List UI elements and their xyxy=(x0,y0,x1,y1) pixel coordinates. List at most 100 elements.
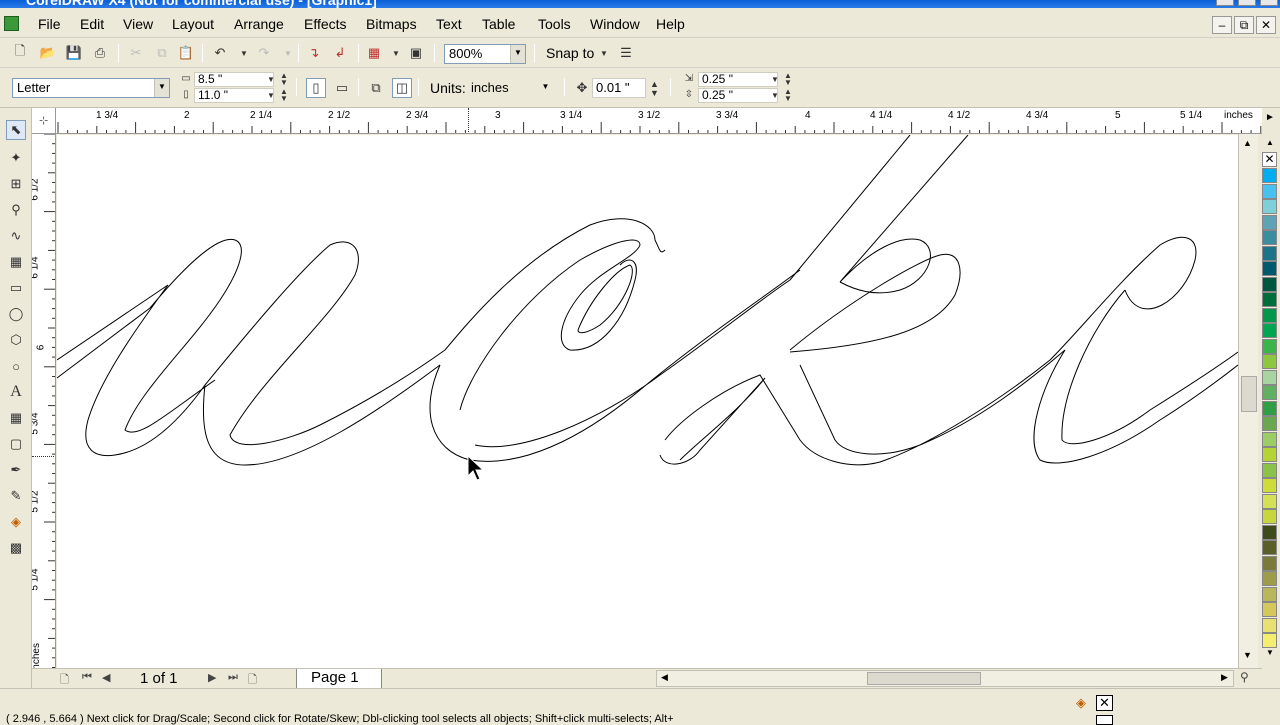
launcher-dropdown-icon[interactable]: ▼ xyxy=(388,45,404,61)
menu-arrange[interactable]: Arrange xyxy=(234,16,284,32)
page-tab[interactable]: Page 1 xyxy=(296,669,382,689)
palette-swatch[interactable] xyxy=(1262,276,1277,292)
redo-dropdown-icon[interactable]: ▼ xyxy=(280,45,296,61)
zoom-tool-icon[interactable]: ⚲ xyxy=(6,200,26,220)
palette-swatch[interactable] xyxy=(1262,183,1277,199)
vertical-scroll-thumb[interactable] xyxy=(1241,376,1257,412)
restore-window-button[interactable] xyxy=(1238,0,1256,6)
snap-dropdown-icon[interactable]: ▼ xyxy=(596,45,612,61)
palette-swatch[interactable] xyxy=(1262,230,1277,245)
all-pages-icon[interactable]: ⧉ xyxy=(368,80,384,96)
print-icon[interactable]: ⎙ xyxy=(92,45,108,61)
rectangle-tool-icon[interactable]: ▭ xyxy=(6,278,26,298)
palette-swatch[interactable] xyxy=(1262,400,1277,416)
close-window-button[interactable] xyxy=(1260,0,1278,6)
scroll-up-arrow-icon[interactable]: ▲ xyxy=(1243,138,1252,148)
next-page-icon[interactable]: ▶ xyxy=(208,671,216,684)
page-width-field[interactable]: 8.5 " xyxy=(194,72,274,87)
new-document-icon[interactable]: 🗋 xyxy=(12,43,28,61)
undo-dropdown-icon[interactable]: ▼ xyxy=(236,45,252,61)
first-page-icon[interactable]: ⏮ xyxy=(82,671,92,684)
palette-swatch[interactable] xyxy=(1262,540,1277,555)
palette-swatch[interactable] xyxy=(1262,416,1277,431)
welcome-screen-icon[interactable]: ▣ xyxy=(408,45,424,61)
dup-y-spinner-icon[interactable]: ▲ ▼ xyxy=(784,88,792,103)
palette-swatch[interactable] xyxy=(1262,524,1277,540)
chevron-down-icon[interactable]: ▼ xyxy=(538,79,553,97)
script-lettering-outline[interactable] xyxy=(57,135,1238,668)
ruler-origin-corner[interactable]: ⊹ xyxy=(32,108,56,134)
text-tool-icon[interactable]: A xyxy=(6,382,26,402)
menu-text[interactable]: Text xyxy=(436,16,462,32)
palette-swatch[interactable] xyxy=(1262,509,1277,524)
palette-swatch[interactable] xyxy=(1262,369,1277,385)
last-page-icon[interactable]: ⏭ xyxy=(228,671,238,684)
open-folder-icon[interactable]: 📂 xyxy=(40,45,56,61)
palette-swatch[interactable] xyxy=(1262,493,1277,509)
duplicate-x-field[interactable]: 0.25 " xyxy=(698,72,778,87)
drawing-canvas[interactable] xyxy=(57,135,1238,668)
dup-x-spinner-icon[interactable]: ▲ ▼ xyxy=(784,72,792,87)
menu-edit[interactable]: Edit xyxy=(80,16,104,32)
menu-layout[interactable]: Layout xyxy=(172,16,214,32)
copy-icon[interactable]: ⧉ xyxy=(154,45,170,61)
fill-indicator-icon[interactable]: ◈ xyxy=(1076,695,1086,711)
landscape-orientation-icon[interactable]: ▭ xyxy=(334,80,350,96)
palette-swatch[interactable] xyxy=(1262,338,1277,354)
palette-swatch[interactable] xyxy=(1262,199,1277,214)
doc-restore-button[interactable]: ⧉ xyxy=(1234,16,1254,34)
shape-tool-icon[interactable]: ✦ xyxy=(6,148,26,168)
options-icon[interactable]: ☰ xyxy=(618,45,634,61)
palette-swatch[interactable] xyxy=(1262,261,1277,276)
current-page-icon[interactable]: ◫ xyxy=(392,78,412,98)
horizontal-scroll-thumb[interactable] xyxy=(867,672,981,685)
paper-size-combo[interactable]: Letter ▼ xyxy=(12,78,170,98)
paste-icon[interactable]: 📋 xyxy=(178,45,194,61)
undo-icon[interactable]: ↶ xyxy=(212,45,228,61)
chevron-down-icon[interactable]: ▼ xyxy=(154,79,169,97)
palette-swatch[interactable] xyxy=(1262,602,1277,617)
doc-minimize-button[interactable]: – xyxy=(1212,16,1232,34)
palette-swatch[interactable] xyxy=(1262,385,1277,400)
palette-swatch[interactable] xyxy=(1262,571,1277,586)
height-dropdown-icon[interactable]: ▼ xyxy=(267,92,275,100)
menu-file[interactable]: File xyxy=(38,16,61,32)
crop-tool-icon[interactable]: ⊞ xyxy=(6,174,26,194)
palette-swatch[interactable] xyxy=(1262,245,1277,261)
redo-icon[interactable]: ↷ xyxy=(256,45,272,61)
fill-tool-icon[interactable]: ◈ xyxy=(6,512,26,532)
pick-tool-icon[interactable]: ⬉ xyxy=(6,120,26,140)
scroll-left-arrow-icon[interactable]: ◀ xyxy=(661,672,668,683)
units-combo[interactable]: inches ▼ xyxy=(466,78,554,98)
chevron-down-icon[interactable]: ▼ xyxy=(510,45,525,63)
nudge-spinner-icon[interactable]: ▲ ▼ xyxy=(650,80,659,98)
scroll-right-arrow-icon[interactable]: ▶ xyxy=(1221,672,1228,683)
import-icon[interactable]: ↴ xyxy=(306,45,322,61)
palette-scroll-down-icon[interactable]: ▼ xyxy=(1266,648,1274,657)
scroll-down-arrow-icon[interactable]: ▼ xyxy=(1243,650,1252,660)
height-spinner-icon[interactable]: ▲ ▼ xyxy=(280,88,288,103)
palette-swatch[interactable] xyxy=(1262,447,1277,462)
menu-view[interactable]: View xyxy=(123,16,153,32)
horizontal-ruler[interactable]: 1 3/4 2 2 1/4 2 1/2 2 3/4 3 3 1/4 3 1/2 … xyxy=(56,108,1262,134)
palette-swatch[interactable] xyxy=(1262,354,1277,369)
minimize-window-button[interactable] xyxy=(1216,0,1234,6)
page-height-field[interactable]: 11.0 " xyxy=(194,88,274,103)
dup-y-dropdown-icon[interactable]: ▼ xyxy=(771,92,779,100)
duplicate-y-field[interactable]: 0.25 " xyxy=(698,88,778,103)
palette-swatch[interactable] xyxy=(1262,462,1277,478)
no-color-swatch[interactable]: ✕ xyxy=(1262,152,1277,167)
horizontal-scrollbar[interactable]: ◀ ▶ xyxy=(656,670,1234,687)
palette-swatch[interactable] xyxy=(1262,168,1277,183)
width-dropdown-icon[interactable]: ▼ xyxy=(267,76,275,84)
palette-swatch[interactable] xyxy=(1262,555,1277,571)
app-icon[interactable] xyxy=(4,16,19,31)
zoom-level-combo[interactable]: 800% ▼ xyxy=(444,44,526,64)
polygon-tool-icon[interactable]: ⬡ xyxy=(6,330,26,350)
menu-help[interactable]: Help xyxy=(656,16,685,32)
palette-swatch[interactable] xyxy=(1262,323,1277,338)
cut-icon[interactable]: ✂ xyxy=(128,45,144,61)
palette-swatch[interactable] xyxy=(1262,292,1277,307)
previous-page-icon[interactable]: ◀ xyxy=(102,671,110,684)
interactive-blend-tool-icon[interactable]: ▢ xyxy=(6,434,26,454)
